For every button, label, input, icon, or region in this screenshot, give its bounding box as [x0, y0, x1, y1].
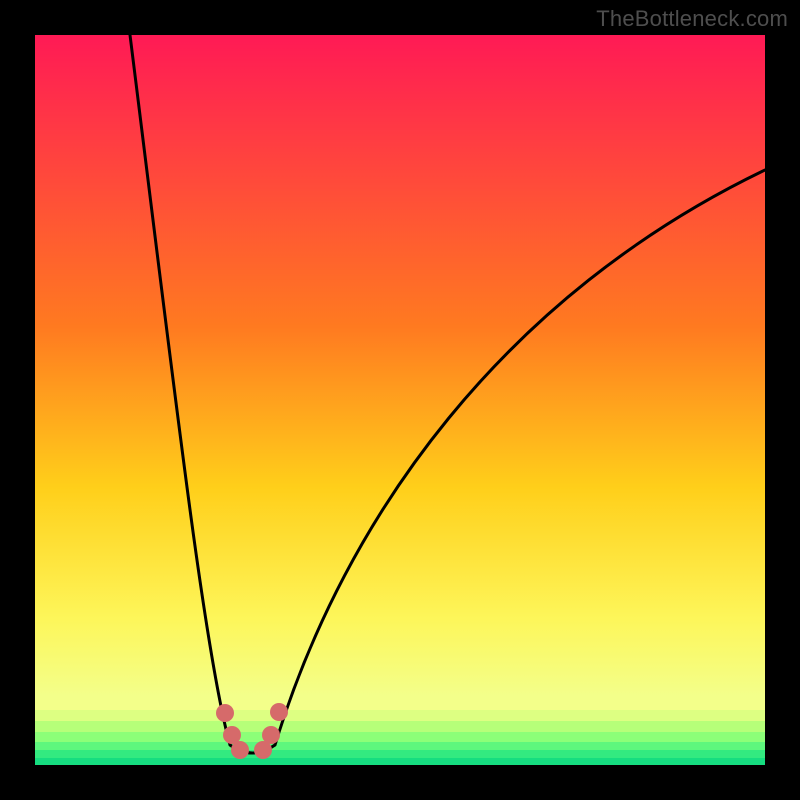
curve-marker — [231, 741, 249, 759]
plot-area — [35, 35, 765, 765]
curve-svg — [35, 35, 765, 765]
curve-marker — [270, 703, 288, 721]
chart-frame: TheBottleneck.com — [0, 0, 800, 800]
watermark-text: TheBottleneck.com — [596, 6, 788, 32]
curve-marker — [216, 704, 234, 722]
bottleneck-curve — [130, 35, 765, 753]
curve-marker — [262, 726, 280, 744]
